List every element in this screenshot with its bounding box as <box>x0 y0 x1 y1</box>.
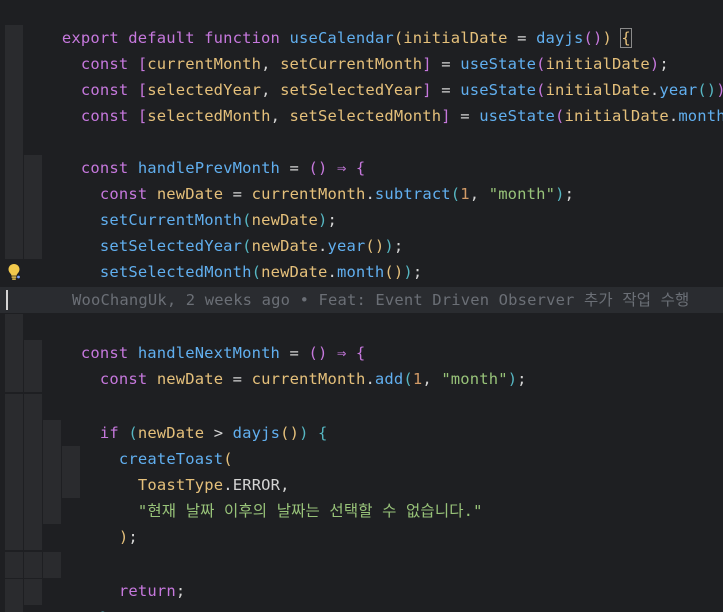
indent-guide <box>5 366 23 392</box>
indent-guide <box>5 524 23 550</box>
code-line-1[interactable]: export default function useCalendar(init… <box>0 0 723 48</box>
indent-guide <box>43 552 61 578</box>
indent-guide <box>5 420 23 446</box>
indent-guide <box>43 498 61 524</box>
indent-guide <box>5 394 23 420</box>
indent-guide <box>62 472 80 498</box>
indent-guide <box>43 472 61 498</box>
indent-guide <box>5 25 23 51</box>
code-line-3[interactable]: const [selectedYear, setSelectedYear] = … <box>0 51 723 99</box>
code-line-20[interactable]: ); <box>0 498 723 546</box>
indent-guide <box>24 340 42 366</box>
indent-guide <box>5 314 23 340</box>
indent-guide <box>24 420 42 446</box>
indent-guide <box>24 446 42 472</box>
indent-guide <box>5 446 23 472</box>
code-line-21[interactable] <box>0 524 723 550</box>
code-line-23[interactable]: } <box>0 579 723 612</box>
code-line-19[interactable]: "현재 날짜 이후의 날짜는 선택할 수 없습니다." <box>0 472 723 520</box>
indent-guide <box>5 579 23 605</box>
indent-guide <box>5 552 23 578</box>
git-blame-annotation: WooChangUk, 2 weeks ago • Feat: Event Dr… <box>72 291 690 309</box>
code-line-14[interactable]: const newDate = currentMonth.add(1, "mon… <box>0 340 723 388</box>
code-line-16[interactable]: if (newDate > dayjs()) { <box>0 394 723 442</box>
code-line-24[interactable] <box>0 605 723 612</box>
indent-guide <box>5 103 23 129</box>
indent-guide <box>24 524 42 550</box>
indent-guide <box>5 129 23 155</box>
code-line-18[interactable]: ToastType.ERROR, <box>0 446 723 494</box>
code-line-13[interactable]: const handleNextMonth = () ⇒ { <box>0 314 723 362</box>
indent-guide <box>5 155 23 181</box>
indent-guide <box>43 420 61 446</box>
code-line-17[interactable]: createToast( <box>0 420 723 468</box>
code-line-8[interactable]: setCurrentMonth(newDate); <box>0 181 723 229</box>
indent-guide <box>5 77 23 103</box>
lightbulb-icon[interactable] <box>6 263 22 281</box>
indent-guide <box>24 207 42 233</box>
indent-guide <box>24 233 42 259</box>
indent-guide <box>5 51 23 77</box>
indent-guide <box>5 181 23 207</box>
code-line-22[interactable]: return; <box>0 552 723 600</box>
code-line-4[interactable]: const [selectedMonth, setSelectedMonth] … <box>0 77 723 125</box>
indent-guide <box>5 498 23 524</box>
code-line-9[interactable]: setSelectedYear(newDate.year()); <box>0 207 723 255</box>
indent-guide <box>24 552 42 578</box>
indent-guide <box>5 605 23 612</box>
indent-guide <box>24 394 42 420</box>
text-cursor <box>6 290 8 310</box>
indent-guide <box>62 446 80 472</box>
code-line-11[interactable]: }; <box>0 259 723 307</box>
indent-guide <box>24 472 42 498</box>
indent-guide <box>43 446 61 472</box>
indent-guide <box>24 498 42 524</box>
indent-guide <box>5 472 23 498</box>
code-line-5[interactable] <box>0 103 723 129</box>
git-blame-line[interactable]: WooChangUk, 2 weeks ago • Feat: Event Dr… <box>0 287 723 313</box>
code-line-2[interactable]: const [currentMonth, setCurrentMonth] = … <box>0 25 723 73</box>
code-line-15[interactable] <box>0 366 723 392</box>
code-line-10[interactable]: setSelectedMonth(newDate.month()); <box>0 233 723 281</box>
code-line-6[interactable]: const handlePrevMonth = () ⇒ { <box>0 129 723 177</box>
indent-guide <box>24 366 42 392</box>
indent-guide <box>24 579 42 605</box>
code-editor[interactable]: export default function useCalendar(init… <box>0 0 723 612</box>
indent-guide <box>5 340 23 366</box>
indent-guide <box>24 181 42 207</box>
code-line-7[interactable]: const newDate = currentMonth.subtract(1,… <box>0 155 723 203</box>
indent-guide <box>5 233 23 259</box>
indent-guide <box>5 207 23 233</box>
indent-guide <box>24 155 42 181</box>
